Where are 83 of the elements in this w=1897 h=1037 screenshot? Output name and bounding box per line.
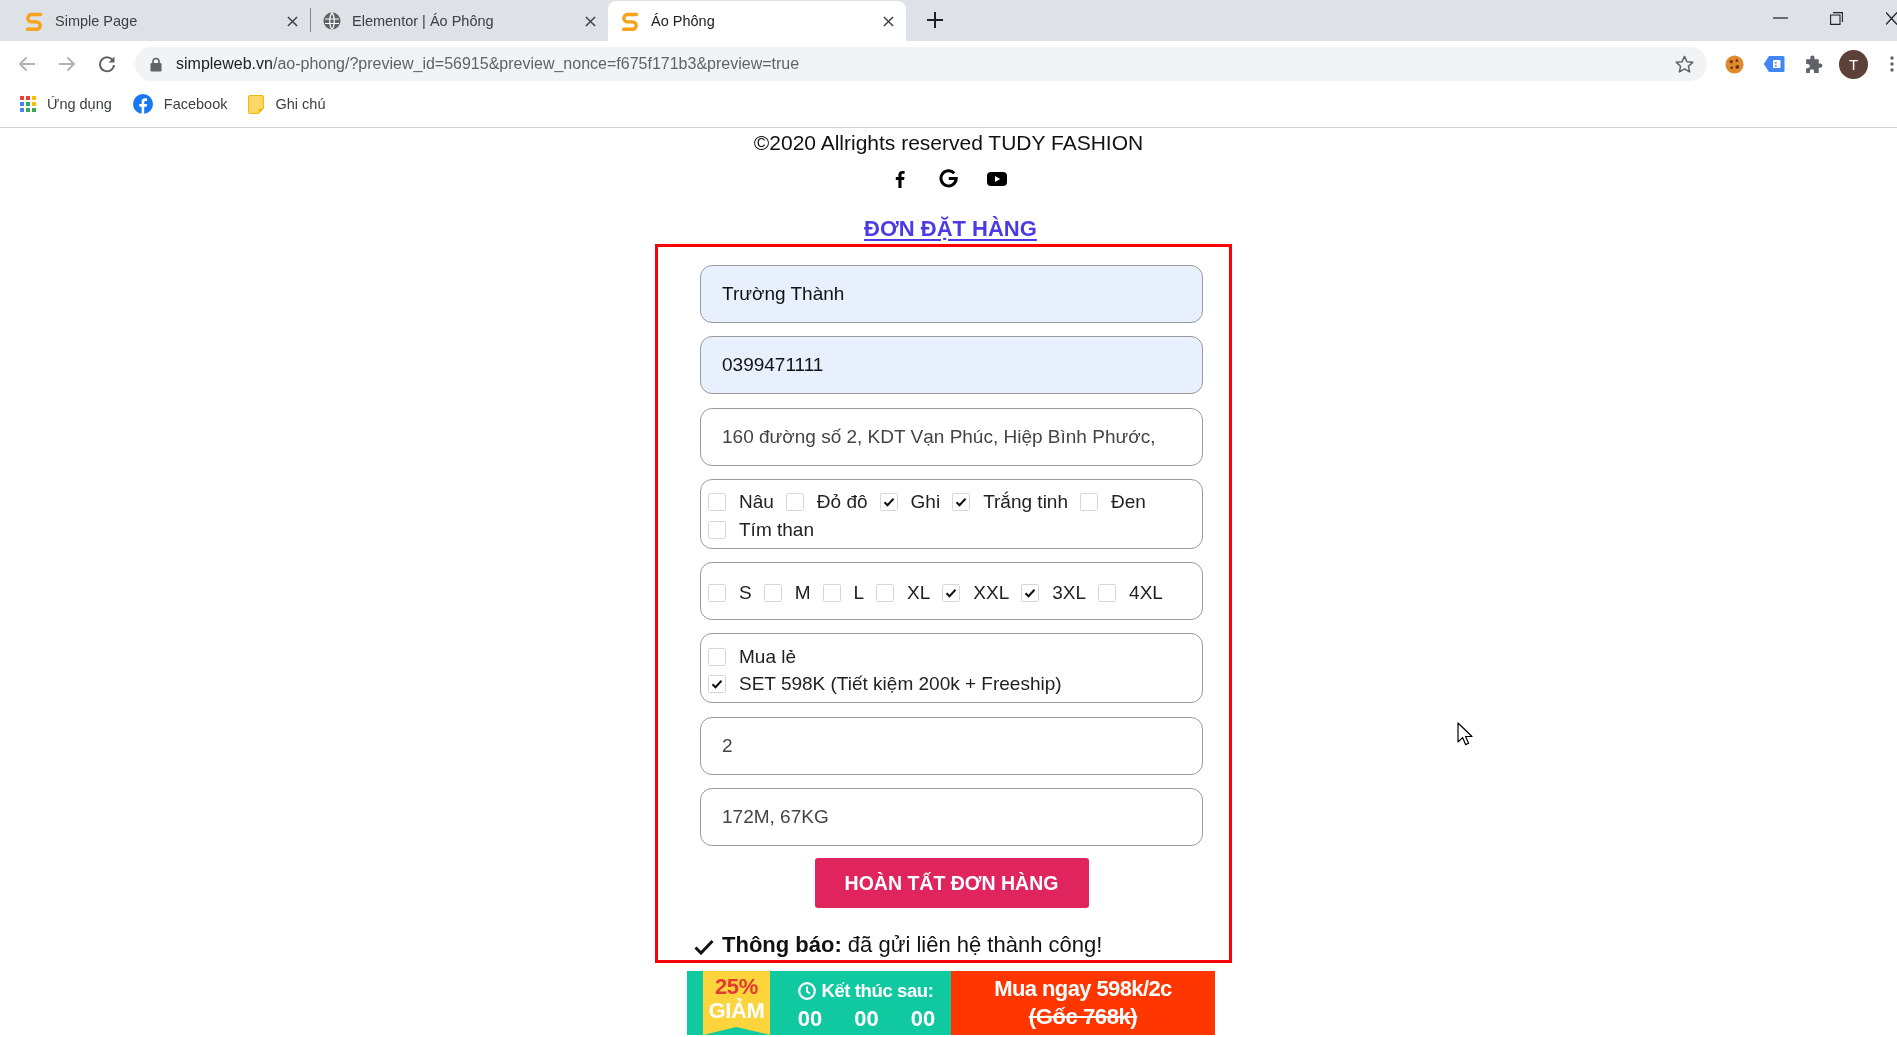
option-label[interactable]: L [853,582,865,605]
option-label[interactable]: 4XL [1129,582,1163,605]
checkbox[interactable] [763,584,782,603]
close-icon[interactable] [1886,11,1897,25]
input-field[interactable]: 2 [700,716,1203,775]
checkbox[interactable] [1021,584,1040,603]
option-label[interactable]: Đen [1111,490,1146,513]
checkbox[interactable] [708,520,726,539]
countdown-value: 00 [854,1007,879,1030]
plus-icon[interactable] [927,12,943,28]
browser-tab[interactable]: Elementor | Áo Phông [310,1,608,41]
restore-icon[interactable] [1830,11,1843,25]
profile-avatar[interactable]: T [1839,49,1868,79]
mouse-pointer-icon [1457,722,1473,746]
copyright-text: ©2020 Allrights reserved TUDY FASHION [753,131,1144,155]
bookmark-item[interactable]: Ghi chú [248,94,326,114]
note-icon [248,94,265,114]
discount-label: GIẢM [708,998,765,1023]
option-label[interactable]: Nâu [739,490,774,513]
url-text[interactable]: simpleweb.vn/ao-phong/?preview_id=56915&preview_nonce=f675f171b3&preview=true [176,55,800,73]
input-field[interactable]: 160 đường số 2, KDT Vạn Phúc, Hiệp Bình Phước, [700,407,1203,466]
checkbox[interactable] [879,492,898,511]
checkbox[interactable] [876,584,895,603]
option-label[interactable]: 3XL [1052,582,1087,605]
close-icon[interactable] [287,15,298,27]
option-label[interactable]: Đỏ đô [816,490,868,513]
option-label[interactable]: Ghi [910,490,941,513]
submit-button[interactable]: HOÀN TẤT ĐƠN HÀNG [814,858,1089,909]
offer-panel[interactable]: Mua ngay 598k/2c (Gốc 768k) [951,970,1215,1035]
s-logo-icon [24,11,44,31]
original-price: (Gốc 768k) [1028,1004,1138,1029]
lock-icon[interactable] [150,56,162,72]
close-icon[interactable] [883,15,894,27]
g-letter-icon[interactable] [938,169,958,188]
notice-text: Thông báo: đã gửi liên hệ thành công! [722,930,1103,959]
bookmark-item[interactable]: Facebook [132,94,228,114]
more-menu-icon[interactable] [1890,56,1894,72]
checkbox[interactable] [708,648,726,666]
discount-percent: 25% [714,974,759,999]
checkbox[interactable] [942,584,961,603]
option-label[interactable]: Mua lẻ [739,646,797,668]
checkbox[interactable] [708,492,726,511]
browser-tab[interactable]: Áo Phông [608,1,906,41]
option-label[interactable]: M [794,582,811,605]
play-button-icon[interactable] [986,171,1007,186]
clock-icon [797,981,816,1000]
input-field[interactable]: Trường Thành [700,265,1203,323]
checkbox[interactable] [952,492,971,511]
countdown-label: Kết thúc sau: [821,979,934,1002]
close-icon[interactable] [585,15,596,27]
s-logo-icon [620,11,640,31]
option-label[interactable]: Tím than [739,518,814,541]
option-label[interactable]: XL [907,582,931,605]
option-label[interactable]: SET 598K (Tiết kiệm 200k + Freeship) [739,673,1062,695]
apps-grid-icon [20,96,36,112]
browser-tab[interactable]: Simple Page [12,1,310,41]
address-field[interactable]: simpleweb.vn/ao-phong/?preview_id=56915&preview_nonce=f675f171b3&preview=true [135,47,1707,81]
input-field[interactable]: 0399471111 [700,336,1203,395]
option-label[interactable]: S [739,582,752,605]
check-icon [694,939,714,956]
checkbox[interactable] [708,675,726,693]
globe-icon [323,12,341,30]
checkbox[interactable] [1098,584,1117,603]
option-label[interactable]: Trắng tinh [983,490,1068,513]
checkbox[interactable] [785,492,804,511]
countdown-value: 00 [797,1007,823,1030]
input-field[interactable]: 172M, 67KG [700,788,1203,847]
ribbon-notch-icon [703,1026,770,1035]
f-circle-icon [132,94,153,114]
star-icon[interactable] [1675,54,1694,74]
offer-text: Mua ngay 598k/2c [994,976,1172,1001]
f-letter-icon[interactable] [894,169,905,188]
checkbox[interactable] [822,584,841,603]
cookie-icon[interactable] [1725,54,1744,74]
bookmark-item[interactable]: Ứng dụng [20,96,112,112]
option-label[interactable]: XXL [973,582,1010,605]
checkbox[interactable] [1080,492,1098,511]
order-heading-link[interactable]: ĐƠN ĐẶT HÀNG [864,215,1037,243]
countdown-value: 00 [910,1007,936,1030]
tag-icon[interactable] [1763,55,1785,73]
checkbox[interactable] [708,584,726,603]
puzzle-icon[interactable] [1803,53,1824,75]
reload-icon[interactable] [98,55,116,73]
